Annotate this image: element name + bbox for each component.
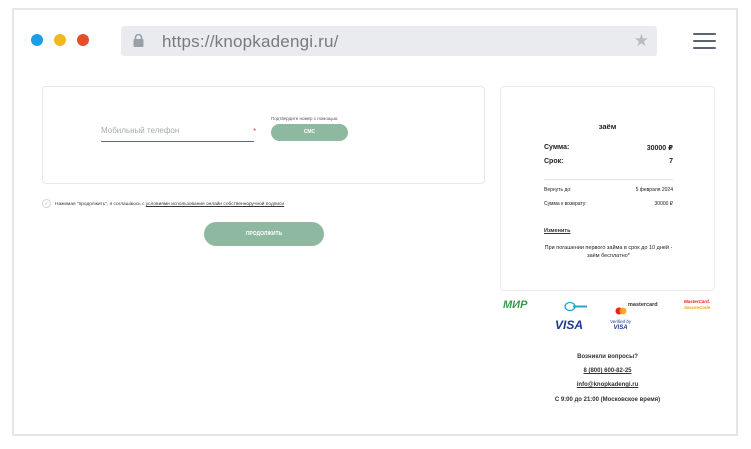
minimize-dot[interactable] xyxy=(54,34,66,46)
continue-button[interactable]: ПРОДОЛЖИТЬ xyxy=(204,222,324,246)
change-link[interactable]: Изменить xyxy=(544,228,570,234)
bookmark-star-icon[interactable]: ★ xyxy=(634,32,649,49)
help-hours: С 9:00 до 21:00 (Московское время) xyxy=(554,397,661,403)
consent-link[interactable]: условиями использования онлайн собственн… xyxy=(146,202,284,207)
lock-icon xyxy=(133,33,144,52)
visa-logo: VISA xyxy=(555,318,584,332)
securecode-line-1: MasterCard. xyxy=(684,299,711,304)
amount-label: Сумма: xyxy=(544,144,570,151)
verified-line-2: VISA xyxy=(613,325,628,331)
mir-accept-logo xyxy=(563,299,588,312)
total-label: Сумма к возврату: xyxy=(544,201,587,207)
address-bar[interactable]: https://knopkadengi.ru/ ★ xyxy=(121,26,657,56)
return-date-label: Вернуть до: xyxy=(544,187,572,193)
confirm-label: Подтвердите номер с помощью: xyxy=(271,116,339,121)
total-value: 30000 ₽ xyxy=(654,201,673,207)
url-text: https://knopkadengi.ru/ xyxy=(162,32,339,51)
consent-text: Нажимая "продолжить", я соглашаюсь с xyxy=(55,201,146,207)
summary-title: заём xyxy=(598,122,617,131)
mastercard-circles-icon xyxy=(615,302,627,320)
return-date-value: 5 февраля 2024 xyxy=(635,187,673,193)
phone-form-card: Мобильный телефон * Подтвердите номер с … xyxy=(42,86,485,184)
mir-logo: МИР xyxy=(503,299,528,311)
verified-by-visa-logo: Verified by VISA xyxy=(610,319,631,331)
mastercard-securecode-logo: MasterCard. SecureCode xyxy=(684,299,710,310)
required-mark: * xyxy=(253,127,257,136)
sms-button[interactable]: СМС xyxy=(271,124,348,141)
term-value: 7 xyxy=(669,158,673,165)
help-email-link[interactable]: info@knopkadengi.ru xyxy=(500,382,715,388)
summary-divider xyxy=(544,179,673,180)
consent-row: ✓ Нажимая "продолжить", я соглашаюсь с ус… xyxy=(42,199,284,208)
verified-line-1: Verified by xyxy=(610,319,632,324)
loan-summary-card: заём Сумма: 30000 ₽ Срок: 7 Вернуть до: … xyxy=(500,86,715,291)
maximize-dot[interactable] xyxy=(77,34,89,46)
close-dot[interactable] xyxy=(31,34,43,46)
free-loan-note: При погашении первого займа в срок до 10… xyxy=(544,245,673,259)
phone-input[interactable]: Мобильный телефон xyxy=(101,124,254,142)
amount-value: 30000 ₽ xyxy=(646,145,673,152)
phone-placeholder: Мобильный телефон xyxy=(101,126,180,135)
term-label: Срок: xyxy=(544,158,564,165)
securecode-line-2: SecureCode xyxy=(684,304,711,310)
help-phone-link[interactable]: 8 (800) 600-82-25 xyxy=(500,368,715,374)
mastercard-logo: mastercard xyxy=(628,302,658,308)
help-question: Возникли вопросы? xyxy=(577,354,638,360)
consent-checkbox[interactable]: ✓ xyxy=(42,199,51,208)
hamburger-menu-icon[interactable] xyxy=(693,33,716,54)
